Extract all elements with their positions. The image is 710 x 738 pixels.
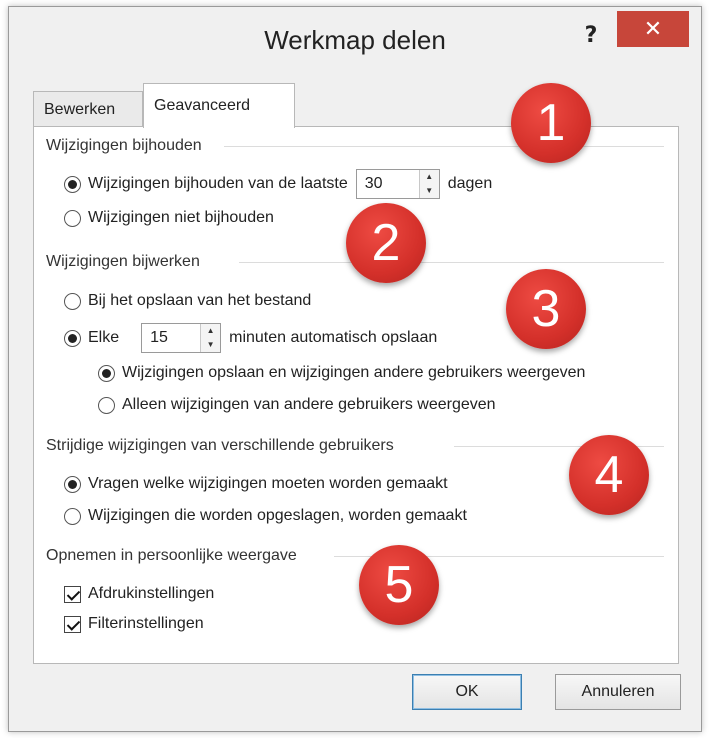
update-every-label: Elke: [88, 329, 120, 346]
tab-label: Geavanceerd: [154, 97, 251, 114]
filter-settings-label: Filterinstellingen: [88, 615, 204, 632]
update-changes-heading: Wijzigingen bijwerken: [46, 253, 208, 271]
days-stepper[interactable]: 30 ▲ ▼: [355, 169, 440, 199]
track-changes-heading: Wijzigingen bijhouden: [46, 137, 210, 155]
sub-view-only-radio[interactable]: [98, 396, 115, 414]
sub-save-and-view-radio[interactable]: [98, 364, 115, 382]
sub-view-only-row[interactable]: Alleen wijzigingen van andere gebruikers…: [98, 396, 496, 414]
minutes-value[interactable]: 15: [142, 324, 200, 352]
spin-up-icon[interactable]: ▲: [201, 324, 220, 338]
callout-badge-1: 1: [511, 83, 591, 163]
group-divider: [239, 262, 664, 263]
filter-settings-row[interactable]: Filterinstellingen: [64, 615, 204, 633]
title-bar: Werkmap delen ? ✕: [9, 7, 701, 69]
minutes-stepper-buttons[interactable]: ▲ ▼: [200, 324, 221, 352]
days-stepper-buttons[interactable]: ▲ ▼: [418, 170, 439, 198]
print-settings-row[interactable]: Afdrukinstellingen: [64, 585, 214, 603]
track-changes-keep-row[interactable]: Wijzigingen bijhouden van de laatste 30 …: [64, 169, 492, 199]
update-every-radio[interactable]: [64, 329, 81, 347]
update-on-save-radio[interactable]: [64, 292, 81, 310]
spin-up-icon[interactable]: ▲: [420, 170, 439, 184]
spin-down-icon[interactable]: ▼: [420, 184, 439, 198]
tab-bewerken[interactable]: Bewerken: [33, 91, 143, 127]
share-workbook-dialog: Werkmap delen ? ✕ Bewerken Geavanceerd W…: [8, 6, 702, 732]
callout-badge-2: 2: [346, 203, 426, 283]
minutes-unit-label: minuten automatisch opslaan: [229, 329, 438, 346]
conflicts-saved-row[interactable]: Wijzigingen die worden opgeslagen, worde…: [64, 507, 467, 525]
help-button[interactable]: ?: [576, 23, 606, 53]
conflicts-ask-radio[interactable]: [64, 475, 81, 493]
conflicts-heading: Strijdige wijzigingen van verschillende …: [46, 437, 402, 455]
update-every-row[interactable]: Elke 15 ▲ ▼ minuten automatisch opslaan: [64, 323, 437, 353]
callout-badge-3: 3: [506, 269, 586, 349]
ok-button[interactable]: OK: [412, 674, 522, 710]
print-settings-checkbox[interactable]: [64, 585, 81, 603]
track-changes-none-label: Wijzigingen niet bijhouden: [88, 209, 274, 226]
advanced-panel: Wijzigingen bijhouden Wijzigingen bijhou…: [33, 126, 679, 664]
update-on-save-label: Bij het opslaan van het bestand: [88, 292, 312, 309]
sub-save-and-view-label: Wijzigingen opslaan en wijzigingen ander…: [122, 364, 586, 381]
print-settings-label: Afdrukinstellingen: [88, 585, 215, 602]
track-changes-keep-label: Wijzigingen bijhouden van de laatste: [88, 175, 348, 192]
minutes-stepper[interactable]: 15 ▲ ▼: [141, 323, 222, 353]
personal-view-heading: Opnemen in persoonlijke weergave: [46, 547, 305, 565]
track-changes-keep-radio[interactable]: [64, 175, 81, 193]
filter-settings-checkbox[interactable]: [64, 615, 81, 633]
days-value[interactable]: 30: [357, 170, 419, 198]
track-changes-none-radio[interactable]: [64, 209, 81, 227]
cancel-button[interactable]: Annuleren: [555, 674, 681, 710]
sub-save-and-view-row[interactable]: Wijzigingen opslaan en wijzigingen ander…: [98, 364, 585, 382]
tab-geavanceerd[interactable]: Geavanceerd: [143, 83, 295, 128]
sub-view-only-label: Alleen wijzigingen van andere gebruikers…: [122, 396, 496, 413]
days-unit-label: dagen: [447, 175, 493, 192]
update-on-save-row[interactable]: Bij het opslaan van het bestand: [64, 292, 311, 310]
callout-badge-5: 5: [359, 545, 439, 625]
group-divider: [224, 146, 664, 147]
conflicts-saved-label: Wijzigingen die worden opgeslagen, worde…: [88, 507, 467, 524]
callout-badge-4: 4: [569, 435, 649, 515]
conflicts-ask-label: Vragen welke wijzigingen moeten worden g…: [88, 475, 448, 492]
spin-down-icon[interactable]: ▼: [201, 338, 220, 352]
close-icon: ✕: [643, 16, 663, 42]
tab-label: Bewerken: [44, 100, 116, 118]
close-button[interactable]: ✕: [617, 11, 689, 47]
conflicts-ask-row[interactable]: Vragen welke wijzigingen moeten worden g…: [64, 475, 448, 493]
conflicts-saved-radio[interactable]: [64, 507, 81, 525]
track-changes-none-row[interactable]: Wijzigingen niet bijhouden: [64, 209, 274, 227]
